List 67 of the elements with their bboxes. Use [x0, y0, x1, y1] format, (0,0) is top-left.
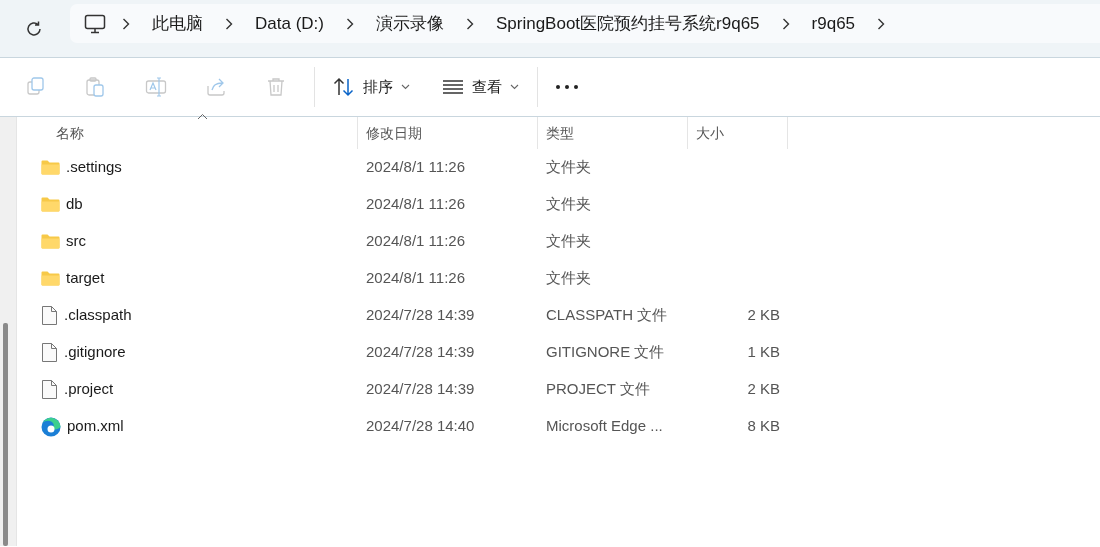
modified-date: 2024/7/28 14:40 — [366, 417, 475, 435]
file-name[interactable]: db — [66, 193, 83, 216]
modified-date: 2024/7/28 14:39 — [366, 343, 475, 361]
rename-icon — [145, 76, 167, 98]
column-header[interactable]: 大小 — [688, 117, 788, 149]
breadcrumb[interactable]: r9q65 — [805, 6, 862, 41]
breadcrumb[interactable]: Data (D:) — [249, 6, 330, 41]
sort-icon — [333, 77, 355, 97]
view-button[interactable]: 查看 — [432, 69, 529, 105]
file-type: Microsoft Edge ... — [546, 417, 663, 435]
file-type: 文件夹 — [546, 232, 591, 250]
file-type: 文件夹 — [546, 269, 591, 287]
file-size: 2 KB — [747, 380, 780, 398]
chevron-icon — [781, 17, 790, 30]
column-header[interactable]: 修改日期 — [358, 117, 538, 149]
chevron-icon — [345, 17, 354, 30]
file-name[interactable]: .classpath — [64, 304, 132, 327]
modified-date: 2024/7/28 14:39 — [366, 380, 475, 398]
file-name[interactable]: pom.xml — [67, 415, 124, 438]
modified-date: 2024/8/1 11:26 — [366, 195, 465, 213]
file-type: 文件夹 — [546, 158, 591, 176]
file-name[interactable]: .project — [64, 378, 114, 401]
address-bar[interactable]: 此电脑 Data (D:) 演示录像 SpringBoot医院预约挂号系统r9q65 r9q65 — [70, 4, 1100, 43]
modified-date: 2024/8/1 11:26 — [366, 269, 465, 287]
file-type: GITIGNORE 文件 — [546, 343, 665, 361]
scrollbar-thumb[interactable] — [3, 323, 8, 546]
file-icon — [41, 305, 58, 326]
more-icon — [556, 85, 578, 89]
chevron-icon — [225, 17, 233, 30]
modified-date: 2024/8/1 11:26 — [366, 158, 465, 176]
folder-icon — [41, 197, 60, 212]
edge-icon — [41, 416, 61, 437]
modified-date: 2024/7/28 14:39 — [366, 306, 475, 324]
file-type: PROJECT 文件 — [546, 380, 650, 398]
caret-icon — [510, 84, 519, 90]
computer-icon — [84, 13, 106, 34]
share-icon — [205, 76, 227, 98]
chevron-icon — [465, 17, 474, 30]
breadcrumb[interactable]: 演示录像 — [369, 6, 450, 41]
file-size: 8 KB — [747, 417, 780, 435]
file-icon — [41, 342, 58, 363]
copy-icon — [25, 76, 47, 98]
paste-icon — [85, 76, 107, 98]
list-view-icon — [442, 80, 464, 94]
file-size: 1 KB — [747, 343, 780, 361]
column-header[interactable]: 类型 — [538, 117, 688, 149]
folder-icon — [41, 234, 60, 249]
column-header[interactable]: 名称 — [17, 117, 358, 149]
file-size: 2 KB — [747, 306, 780, 324]
refresh-icon — [25, 19, 43, 38]
sort-button[interactable]: 排序 — [323, 69, 420, 105]
file-type: CLASSPATH 文件 — [546, 306, 668, 324]
file-name[interactable]: src — [66, 230, 86, 253]
modified-date: 2024/8/1 11:26 — [366, 232, 465, 250]
folder-icon — [41, 271, 60, 286]
chevron-icon — [122, 17, 130, 30]
file-icon — [41, 379, 58, 400]
chevron-icon — [877, 17, 886, 30]
breadcrumb[interactable]: SpringBoot医院预约挂号系统r9q65 — [489, 6, 766, 41]
caret-icon — [401, 84, 410, 90]
file-name[interactable]: target — [66, 267, 105, 290]
breadcrumb[interactable]: 此电脑 — [146, 6, 209, 41]
file-name[interactable]: .settings — [66, 156, 122, 179]
file-name[interactable]: .gitignore — [64, 341, 126, 364]
folder-icon — [41, 160, 60, 175]
file-type: 文件夹 — [546, 195, 591, 213]
trash-icon — [265, 76, 287, 98]
